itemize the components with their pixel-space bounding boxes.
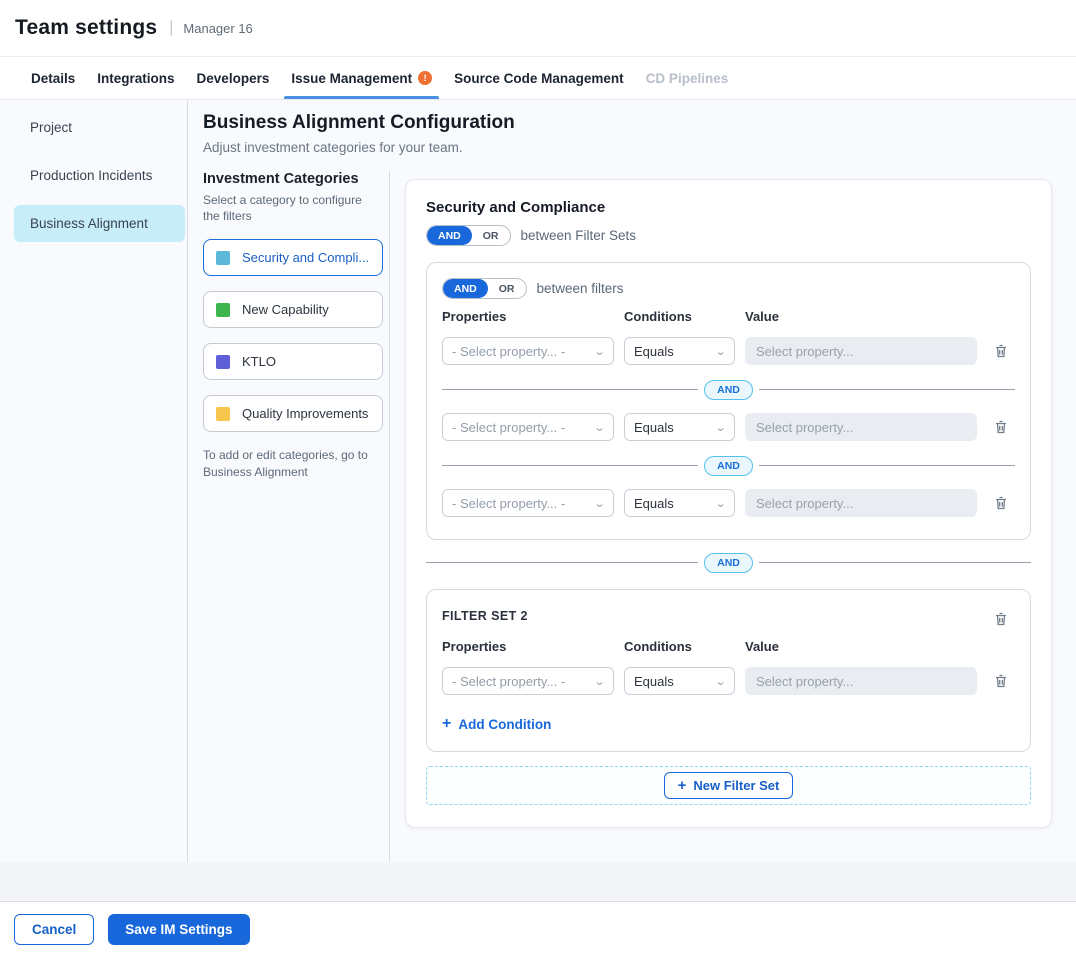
and-option[interactable]: AND xyxy=(427,226,472,245)
and-connector: AND xyxy=(442,455,1015,476)
filters-wrap: Security and Compliance AND OR between F… xyxy=(390,171,1076,862)
between-filter-sets-label: between Filter Sets xyxy=(521,228,637,243)
filter-sets-andor-toggle[interactable]: AND OR xyxy=(426,225,511,246)
title-divider: | xyxy=(169,19,173,37)
filters-andor-toggle[interactable]: AND OR xyxy=(442,278,527,299)
chevron-down-icon: ⌄ xyxy=(593,675,605,688)
section-title: Business Alignment Configuration xyxy=(203,112,1076,134)
filter-set-2-title: FILTER SET 2 xyxy=(442,605,528,623)
trash-icon xyxy=(993,673,1009,689)
sidebar-item-project[interactable]: Project xyxy=(0,109,185,146)
tab-source-code-management[interactable]: Source Code Management xyxy=(443,57,635,99)
category-color-swatch xyxy=(216,355,230,369)
and-option[interactable]: AND xyxy=(443,279,488,298)
chevron-down-icon: ⌄ xyxy=(714,497,726,510)
tab-issue-management[interactable]: Issue Management ! xyxy=(280,57,443,99)
category-quality-improvements[interactable]: Quality Improvements xyxy=(203,395,383,432)
filter-set-1: AND OR between filters Properties Condit… xyxy=(426,262,1031,540)
or-option[interactable]: OR xyxy=(472,226,510,245)
condition-select[interactable]: Equals ⌄ xyxy=(624,667,735,695)
page-title: Team settings xyxy=(15,16,157,40)
plus-icon: + xyxy=(442,715,451,733)
category-color-swatch xyxy=(216,303,230,317)
plus-icon: + xyxy=(678,777,687,794)
category-color-swatch xyxy=(216,407,230,421)
category-color-swatch xyxy=(216,251,230,265)
conditions-column-header: Conditions xyxy=(624,309,735,324)
or-option[interactable]: OR xyxy=(488,279,526,298)
condition-row: - Select property... - ⌄ Equals ⌄ xyxy=(442,489,1015,517)
and-connector-between-sets: AND xyxy=(426,552,1031,573)
value-column-header: Value xyxy=(745,639,977,654)
settings-sidebar: Project Production Incidents Business Al… xyxy=(0,100,188,862)
manager-label: Manager 16 xyxy=(183,21,252,36)
chevron-down-icon: ⌄ xyxy=(714,345,726,358)
tab-developers[interactable]: Developers xyxy=(186,57,281,99)
new-filter-set-button[interactable]: + New Filter Set xyxy=(664,772,794,799)
trash-icon xyxy=(993,495,1009,511)
page-head: Business Alignment Configuration Adjust … xyxy=(188,112,1076,155)
property-select[interactable]: - Select property... - ⌄ xyxy=(442,667,614,695)
chevron-down-icon: ⌄ xyxy=(593,345,605,358)
categories-subtitle: Select a category to configure the filte… xyxy=(203,192,363,224)
and-connector: AND xyxy=(442,379,1015,400)
trash-icon xyxy=(993,611,1009,627)
between-filters-label: between filters xyxy=(537,281,624,296)
categories-title: Investment Categories xyxy=(203,171,374,187)
condition-row: - Select property... - ⌄ Equals ⌄ xyxy=(442,667,1015,695)
condition-row: - Select property... - ⌄ Equals ⌄ xyxy=(442,337,1015,365)
category-config-panel: Security and Compliance AND OR between F… xyxy=(405,179,1052,828)
value-input[interactable] xyxy=(745,413,977,441)
content-area: Project Production Incidents Business Al… xyxy=(0,100,1076,862)
delete-condition-button[interactable] xyxy=(987,337,1015,365)
condition-row: - Select property... - ⌄ Equals ⌄ xyxy=(442,413,1015,441)
warning-badge-icon: ! xyxy=(418,71,432,85)
category-new-capability[interactable]: New Capability xyxy=(203,291,383,328)
trash-icon xyxy=(993,343,1009,359)
category-ktlo[interactable]: KTLO xyxy=(203,343,383,380)
app-header: Team settings | Manager 16 xyxy=(0,0,1076,57)
sidebar-item-production-incidents[interactable]: Production Incidents xyxy=(0,157,185,194)
chevron-down-icon: ⌄ xyxy=(714,421,726,434)
footer-action-bar: Cancel Save IM Settings xyxy=(0,901,1076,956)
tab-cd-pipelines: CD Pipelines xyxy=(635,57,740,99)
properties-column-header: Properties xyxy=(442,309,614,324)
trash-icon xyxy=(993,419,1009,435)
condition-select[interactable]: Equals ⌄ xyxy=(624,337,735,365)
delete-condition-button[interactable] xyxy=(987,413,1015,441)
tab-bar: Details Integrations Developers Issue Ma… xyxy=(0,57,1076,100)
chevron-down-icon: ⌄ xyxy=(593,421,605,434)
value-input[interactable] xyxy=(745,337,977,365)
condition-select[interactable]: Equals ⌄ xyxy=(624,489,735,517)
filter-set-2: FILTER SET 2 Properties Conditions Value xyxy=(426,589,1031,752)
value-input[interactable] xyxy=(745,489,977,517)
selected-category-title: Security and Compliance xyxy=(426,199,1031,216)
section-subtitle: Adjust investment categories for your te… xyxy=(203,140,1076,155)
content-bottom-strip xyxy=(0,862,1076,901)
investment-categories-panel: Investment Categories Select a category … xyxy=(188,171,390,862)
value-column-header: Value xyxy=(745,309,977,324)
property-select[interactable]: - Select property... - ⌄ xyxy=(442,489,614,517)
chevron-down-icon: ⌄ xyxy=(714,675,726,688)
conditions-column-header: Conditions xyxy=(624,639,735,654)
properties-column-header: Properties xyxy=(442,639,614,654)
categories-footnote: To add or edit categories, go to Busines… xyxy=(203,447,375,481)
property-select[interactable]: - Select property... - ⌄ xyxy=(442,337,614,365)
category-security-and-compliance[interactable]: Security and Compli... xyxy=(203,239,383,276)
add-condition-button[interactable]: + Add Condition xyxy=(442,715,551,733)
tab-details[interactable]: Details xyxy=(20,57,86,99)
value-input[interactable] xyxy=(745,667,977,695)
delete-condition-button[interactable] xyxy=(987,667,1015,695)
main-area: Business Alignment Configuration Adjust … xyxy=(188,100,1076,862)
property-select[interactable]: - Select property... - ⌄ xyxy=(442,413,614,441)
delete-condition-button[interactable] xyxy=(987,489,1015,517)
save-im-settings-button[interactable]: Save IM Settings xyxy=(108,914,249,945)
cancel-button[interactable]: Cancel xyxy=(14,914,94,945)
condition-select[interactable]: Equals ⌄ xyxy=(624,413,735,441)
tab-integrations[interactable]: Integrations xyxy=(86,57,185,99)
new-filter-set-dropzone: + New Filter Set xyxy=(426,766,1031,805)
delete-filter-set-button[interactable] xyxy=(987,605,1015,633)
chevron-down-icon: ⌄ xyxy=(593,497,605,510)
sidebar-item-business-alignment[interactable]: Business Alignment xyxy=(14,205,185,242)
